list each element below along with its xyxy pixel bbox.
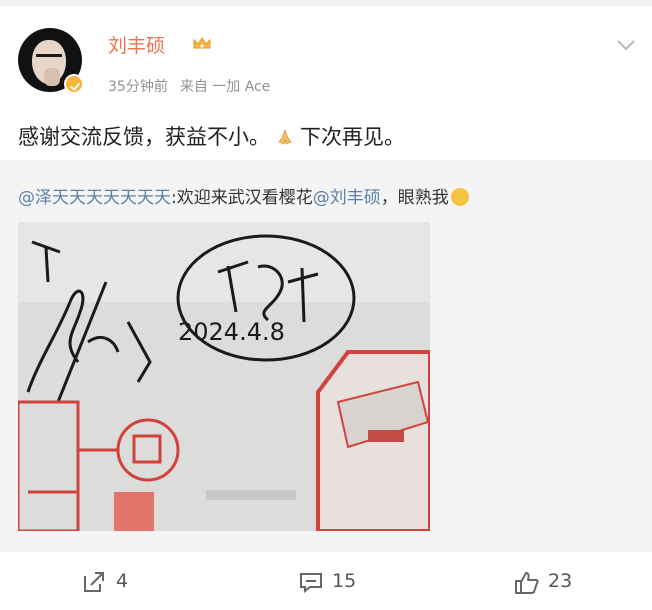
repost-message: :欢迎来武汉看樱花 [171, 188, 313, 208]
repost-count: 4 [116, 570, 129, 592]
post-text: 感谢交流反馈，获益不小。 下次再见。 [18, 121, 405, 151]
photo-drawing: 2024.4.8 [18, 222, 430, 531]
pray-hands-icon [278, 128, 292, 145]
post-meta: 35分钟前 来自 一加 Ace [108, 76, 282, 96]
mention-user[interactable]: @泽天天天天天天天 [18, 188, 171, 208]
post-text-main: 感谢交流反馈，获益不小。 [18, 125, 270, 149]
crown-icon[interactable] [192, 35, 212, 51]
comment-icon [300, 573, 322, 593]
chevron-down-icon[interactable] [616, 38, 636, 52]
post-text-end: 下次再见。 [300, 125, 405, 149]
signed-photo-image[interactable]: 2024.4.8 [18, 222, 430, 531]
signature-date: 2024.4.8 [178, 318, 285, 346]
author-name[interactable]: 刘丰硕 [108, 31, 165, 58]
post-source: 来自 一加 Ace [179, 79, 271, 95]
verified-badge-icon [64, 74, 84, 94]
comment-count: 15 [332, 570, 357, 592]
mention-author[interactable]: @刘丰硕 [313, 188, 381, 208]
like-count: 23 [548, 570, 573, 592]
top-divider [0, 0, 652, 6]
post-time: 35分钟前 [108, 79, 168, 95]
action-bar: 4 15 23 [0, 562, 652, 606]
repost-text: @泽天天天天天天天:欢迎来武汉看樱花@刘丰硕，眼熟我 [18, 183, 469, 208]
thumbs-up-icon [515, 572, 539, 594]
grin-face-icon [450, 188, 469, 206]
share-icon [84, 572, 104, 592]
repost-message-tail: ，眼熟我 [380, 188, 449, 208]
